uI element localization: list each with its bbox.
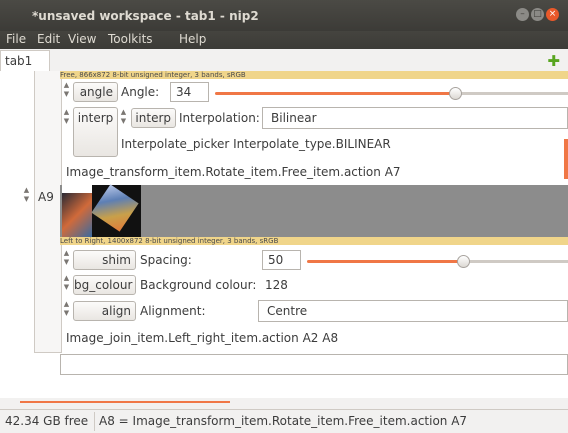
shim-label: Spacing: bbox=[140, 253, 192, 267]
maximize-icon[interactable]: □ bbox=[531, 8, 544, 21]
bg-colour-label: Background colour: bbox=[140, 278, 257, 292]
minimize-icon[interactable]: – bbox=[516, 8, 529, 21]
shim-spin-icon[interactable]: ▲ ▼ bbox=[62, 249, 71, 277]
angle-slider-fill bbox=[215, 92, 455, 95]
align-spin-icon[interactable]: ▲ ▼ bbox=[62, 300, 71, 328]
menu-view[interactable]: View bbox=[68, 32, 96, 46]
interp-caption: Interpolate_picker Interpolate_type.BILI… bbox=[121, 137, 391, 151]
menu-edit[interactable]: Edit bbox=[37, 32, 60, 46]
close-icon[interactable]: × bbox=[546, 8, 559, 21]
add-tab-icon[interactable]: ✚ bbox=[547, 52, 560, 70]
title-bar: *unsaved workspace - tab1 - nip2 – □ × bbox=[0, 0, 568, 31]
command-input[interactable] bbox=[60, 354, 568, 375]
align-button[interactable]: align bbox=[73, 301, 136, 321]
status-message: A8 = Image_transform_item.Rotate_item.Fr… bbox=[99, 414, 468, 428]
image-thumbnail-strip[interactable] bbox=[60, 184, 568, 237]
bg-colour-spin-icon[interactable]: ▲ ▼ bbox=[62, 274, 71, 302]
shim-button[interactable]: shim bbox=[73, 250, 136, 270]
workspace: ▲ ▼ A9 Free, 866x872 8-bit unsigned integ… bbox=[0, 71, 568, 403]
interp-inner-spin-icon[interactable]: ▲ ▼ bbox=[119, 108, 128, 136]
row-border bbox=[34, 71, 62, 353]
align-label: Alignment: bbox=[140, 304, 206, 318]
rotate-caption: Image_transform_item.Rotate_item.Free_it… bbox=[66, 165, 401, 179]
menu-help[interactable]: Help bbox=[179, 32, 206, 46]
spacing-slider-fill bbox=[307, 260, 463, 263]
menu-toolkits[interactable]: Toolkits bbox=[108, 32, 153, 46]
window-title: *unsaved workspace - tab1 - nip2 bbox=[32, 9, 259, 23]
tab-bar: tab1 ✚ bbox=[0, 49, 568, 72]
spacing-input[interactable]: 50 bbox=[262, 250, 301, 270]
join-caption: Image_join_item.Left_right_item.action A… bbox=[66, 331, 339, 345]
spacing-slider-rest bbox=[463, 260, 568, 263]
row-expand-icon[interactable]: ▲ ▼ bbox=[22, 186, 31, 214]
row-name-a9[interactable]: A9 bbox=[38, 190, 54, 204]
status-bar: 42.34 GB free A8 = Image_transform_item.… bbox=[0, 409, 568, 433]
info-bar-bottom: Left to Right, 1400x872 8-bit unsigned i… bbox=[60, 237, 568, 245]
interp-inner-button[interactable]: interp bbox=[131, 108, 176, 128]
tab-tab1[interactable]: tab1 bbox=[0, 50, 50, 71]
info-bar-top: Free, 866x872 8-bit unsigned integer, 3 … bbox=[60, 71, 568, 79]
menu-bar: File Edit View Toolkits Help bbox=[0, 31, 568, 49]
angle-button[interactable]: angle bbox=[73, 82, 118, 102]
menu-file[interactable]: File bbox=[6, 32, 26, 46]
angle-label: Angle: bbox=[121, 85, 160, 99]
interp-combo[interactable]: Bilinear bbox=[262, 107, 568, 129]
status-divider bbox=[94, 412, 95, 431]
interp-spin-icon[interactable]: ▲ ▼ bbox=[62, 108, 71, 136]
angle-spin-icon[interactable]: ▲ ▼ bbox=[62, 81, 71, 109]
thumbnail-image bbox=[62, 184, 141, 237]
angle-slider-rest bbox=[455, 92, 568, 95]
alignment-combo[interactable]: Centre bbox=[258, 300, 568, 322]
interp-outer-button[interactable]: interp bbox=[73, 107, 118, 157]
angle-slider-handle[interactable] bbox=[449, 87, 462, 100]
bg-colour-value[interactable]: 128 bbox=[265, 278, 288, 292]
horizontal-scrollbar[interactable] bbox=[20, 401, 230, 403]
interp-outer-label: interp bbox=[77, 111, 114, 125]
angle-input[interactable]: 34 bbox=[170, 82, 209, 102]
bg-colour-button[interactable]: bg_colour bbox=[73, 275, 136, 295]
free-space-label: 42.34 GB free bbox=[5, 414, 89, 428]
interp-label: Interpolation: bbox=[179, 111, 260, 125]
scroll-indicator bbox=[564, 139, 568, 179]
spacing-slider-handle[interactable] bbox=[457, 255, 470, 268]
